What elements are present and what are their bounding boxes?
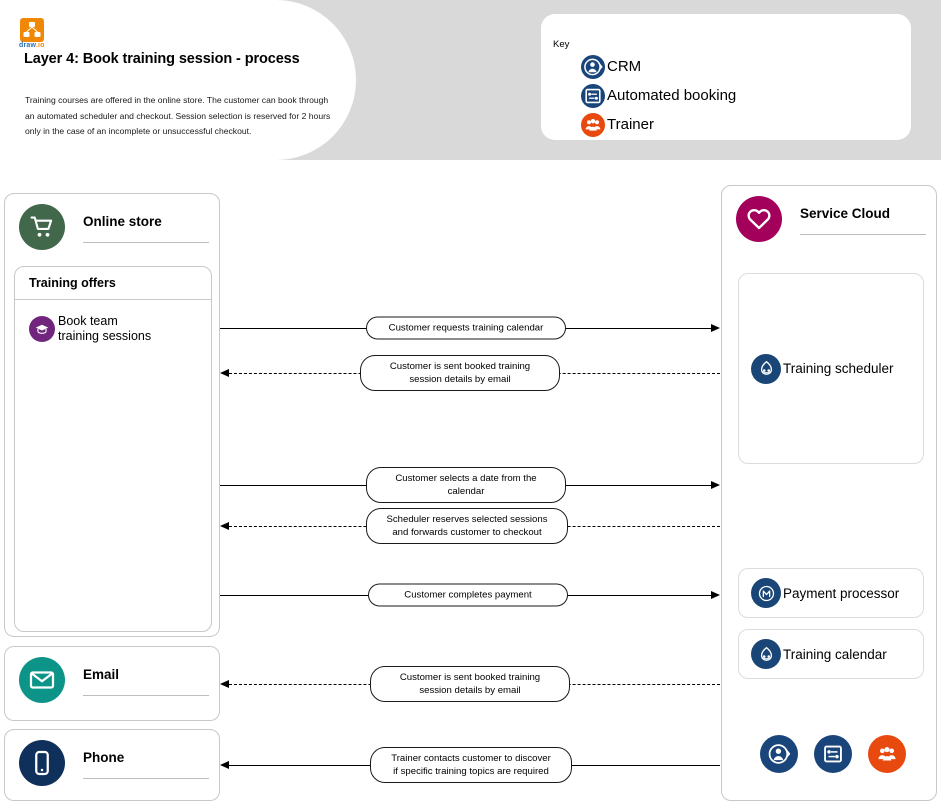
envelope-icon [19, 657, 65, 703]
key-label: Key [553, 39, 570, 50]
key-item-label: Trainer [607, 116, 654, 133]
message-label: Customer requests training calendar [366, 316, 566, 340]
payment-processor-icon [751, 578, 781, 608]
lane-email-header: Email [5, 647, 219, 707]
message-label: Customer is sent booked training session… [360, 355, 560, 391]
trainer-group-icon[interactable] [868, 735, 906, 773]
card-payment-processor[interactable]: Payment processor [738, 568, 924, 618]
key-legend-card: Key CRM Automated booking Trainer [541, 14, 911, 140]
person-circle-icon[interactable] [760, 735, 798, 773]
page-description: Training courses are offered in the onli… [25, 95, 331, 136]
scheduler-icon [751, 353, 781, 384]
lane-email-title: Email [83, 667, 120, 682]
graduation-cap-icon [29, 316, 55, 342]
card-training-scheduler-label: Training scheduler [783, 361, 894, 376]
lane-title-rule [800, 234, 926, 235]
message-label: Trainer contacts customer to discover if… [370, 747, 572, 783]
lane-phone-title: Phone [83, 750, 125, 765]
lane-service-cloud[interactable]: Service Cloud Training scheduler Payment… [721, 185, 937, 801]
item-book-team-training-sessions[interactable]: Book team training sessions [15, 314, 151, 344]
card-payment-processor-label: Payment processor [783, 585, 900, 601]
key-item-label: Automated booking [607, 87, 737, 104]
panel-training-offers-title: Training offers [29, 276, 116, 290]
message-label: Customer selects a date from the calenda… [366, 467, 566, 503]
arrow-left-icon [220, 760, 229, 769]
message-trainer-contacts-customer[interactable]: Trainer contacts customer to discover if… [220, 745, 720, 785]
lane-service-cloud-header: Service Cloud [722, 186, 936, 246]
wordmark-io: .io [35, 42, 45, 49]
lane-phone-header: Phone [5, 730, 219, 790]
message-label: Scheduler reserves selected sessions and… [366, 508, 568, 544]
mobile-phone-icon [19, 740, 65, 786]
automated-booking-icon[interactable] [814, 735, 852, 773]
key-item-crm: CRM [581, 52, 736, 81]
page-title: Layer 4: Book training session - process [24, 51, 300, 67]
service-cloud-role-icons [760, 735, 906, 773]
key-item-trainer: Trainer [581, 110, 736, 139]
lane-online-store-title: Online store [83, 214, 162, 229]
key-item-automated-booking: Automated booking [581, 81, 736, 110]
lane-phone[interactable]: Phone [4, 729, 220, 801]
arrow-left-icon [220, 679, 229, 688]
wordmark-draw: draw [19, 42, 36, 49]
arrow-left-icon [220, 368, 229, 377]
arrow-left-icon [220, 521, 229, 530]
title-card: draw.io Layer 4: Book training session -… [0, 0, 356, 160]
lane-title-rule [83, 695, 209, 696]
drawio-logo [20, 18, 44, 42]
lane-online-store[interactable]: Online store Training offers Book team t… [4, 193, 220, 637]
lane-title-rule [83, 778, 209, 779]
card-training-calendar-label: Training calendar [783, 646, 887, 662]
lane-online-store-header: Online store [5, 194, 219, 254]
lane-email[interactable]: Email [4, 646, 220, 721]
message-scheduler-reserves-sessions[interactable]: Scheduler reserves selected sessions and… [220, 506, 720, 546]
heart-icon [736, 196, 782, 242]
message-customer-sent-booked-session-email-2[interactable]: Customer is sent booked training session… [220, 664, 720, 704]
message-label: Customer completes payment [368, 583, 568, 607]
message-customer-completes-payment[interactable]: Customer completes payment [220, 575, 720, 615]
key-item-label: CRM [607, 58, 642, 75]
item-book-team-label: Book team training sessions [58, 314, 152, 343]
drawio-wordmark: draw.io [19, 42, 45, 49]
arrow-right-icon [711, 323, 720, 332]
trainer-group-icon [581, 112, 605, 137]
card-training-calendar[interactable]: Training calendar [738, 629, 924, 679]
arrow-right-icon [711, 590, 720, 599]
card-training-scheduler[interactable]: Training scheduler [738, 273, 924, 464]
shopping-cart-icon [19, 204, 65, 250]
panel-training-offers-header: Training offers [15, 267, 211, 300]
key-items: CRM Automated booking Trainer [581, 52, 736, 139]
message-customer-selects-date[interactable]: Customer selects a date from the calenda… [220, 465, 720, 505]
person-circle-icon [581, 54, 605, 79]
training-calendar-icon [751, 639, 781, 669]
lane-title-rule [83, 242, 209, 243]
arrow-right-icon [711, 480, 720, 489]
automated-booking-icon [581, 83, 605, 108]
message-label: Customer is sent booked training session… [370, 666, 570, 702]
message-customer-requests-training-calendar[interactable]: Customer requests training calendar [220, 308, 720, 348]
message-customer-sent-booked-session-email-1[interactable]: Customer is sent booked training session… [220, 353, 720, 393]
lane-service-cloud-title: Service Cloud [800, 206, 891, 221]
panel-training-offers[interactable]: Training offers Book team training sessi… [14, 266, 212, 632]
